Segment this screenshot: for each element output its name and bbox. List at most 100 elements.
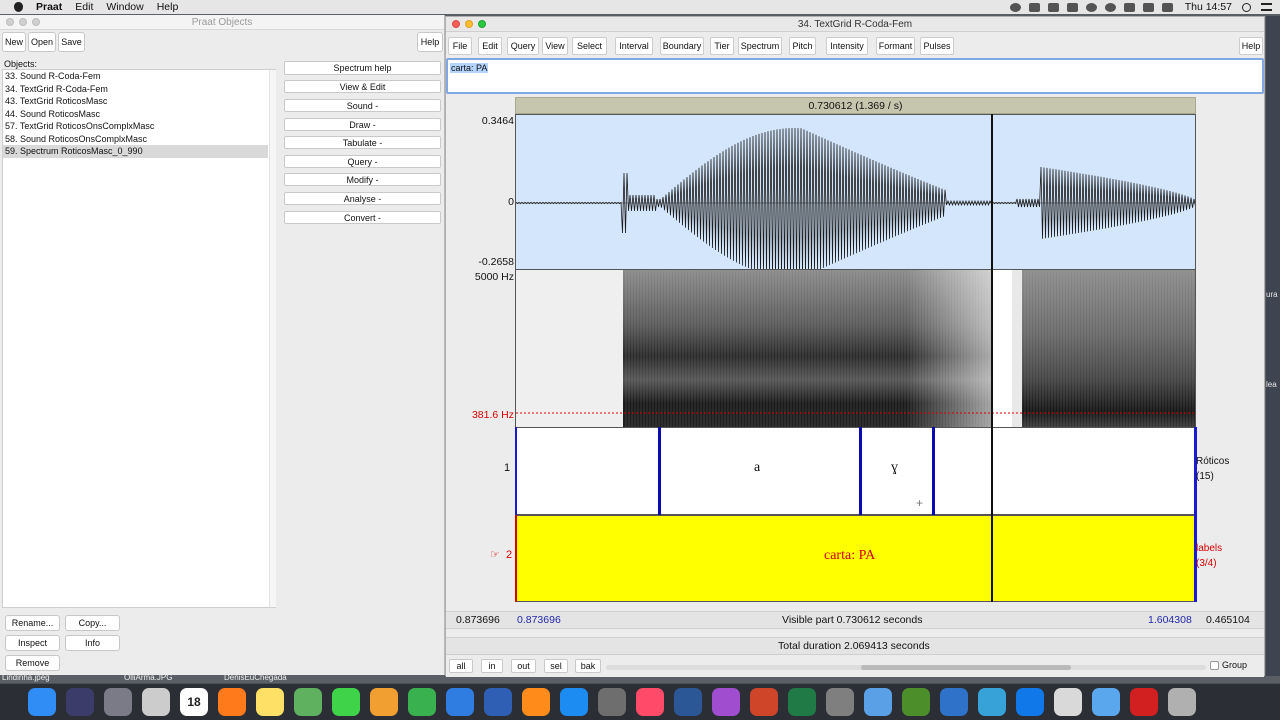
dropbox-icon[interactable] (1016, 688, 1044, 716)
object-row[interactable]: 57. TextGrid RoticosOnsComplxMasc (3, 120, 275, 133)
tier1-left-boundary[interactable] (515, 427, 517, 515)
tabulate-menu-button[interactable]: Tabulate - (284, 136, 441, 149)
desktop-file-label[interactable]: OlliArma.JPG (124, 673, 172, 682)
dropbox-tray-icon[interactable] (1028, 2, 1040, 12)
time-machine-icon[interactable] (1085, 2, 1097, 12)
menu-boundary[interactable]: Boundary (660, 37, 704, 55)
keynote-icon[interactable] (446, 688, 474, 716)
menu-tier[interactable]: Tier (710, 37, 734, 55)
tier1-boundary[interactable] (932, 427, 935, 515)
documents-icon[interactable] (1054, 688, 1082, 716)
object-row[interactable]: 34. TextGrid R-Coda-Fem (3, 83, 275, 96)
lock-tray-icon[interactable] (1066, 2, 1078, 12)
trash-icon[interactable] (1168, 688, 1196, 716)
zoom-back-button[interactable]: bak (575, 659, 601, 673)
wifi-icon[interactable] (1123, 2, 1135, 12)
photos-icon[interactable] (370, 688, 398, 716)
waveform-panel[interactable] (515, 114, 1196, 270)
zoom-window-icon[interactable] (32, 18, 40, 26)
books-icon[interactable] (522, 688, 550, 716)
query-menu-button[interactable]: Query - (284, 155, 441, 168)
apple-menu-icon[interactable] (12, 1, 24, 13)
record-icon[interactable] (1009, 2, 1021, 12)
object-row[interactable]: 43. TextGrid RoticosMasc (3, 95, 275, 108)
tier1-boundary[interactable] (658, 427, 661, 515)
notification-center-icon[interactable] (1261, 3, 1272, 11)
close-window-icon[interactable] (6, 18, 14, 26)
system-preferences-icon[interactable] (598, 688, 626, 716)
inspect-button[interactable]: Inspect (5, 635, 60, 651)
menu-edit[interactable]: Edit (478, 37, 502, 55)
menu-spectrum[interactable]: Spectrum (738, 37, 782, 55)
battery-icon[interactable] (1161, 2, 1173, 12)
remove-button[interactable]: Remove (5, 655, 60, 671)
sound-menu-button[interactable]: Sound - (284, 99, 441, 112)
menu-edit[interactable]: Edit (75, 1, 93, 13)
segment-label-gamma[interactable]: ɣ (891, 460, 898, 476)
menu-help[interactable]: Help (157, 1, 179, 13)
notes-icon[interactable] (256, 688, 284, 716)
firefox-icon[interactable] (218, 688, 246, 716)
menubar-clock[interactable]: Thu 14:57 (1185, 1, 1232, 13)
object-row[interactable]: 58. Sound RoticosOnsComplxMasc (3, 133, 275, 146)
family-icon[interactable] (864, 688, 892, 716)
music-icon[interactable] (636, 688, 664, 716)
total-duration-row[interactable]: Total duration 2.069413 seconds (446, 637, 1264, 655)
time-cursor-line[interactable] (991, 114, 993, 602)
segment-label-a[interactable]: a (754, 460, 760, 476)
finder-icon[interactable] (28, 688, 56, 716)
tex-icon[interactable] (826, 688, 854, 716)
desktop-file-label[interactable]: ura (1266, 290, 1278, 299)
numbers-icon[interactable] (408, 688, 436, 716)
zoom-all-button[interactable]: all (449, 659, 473, 673)
menu-pitch[interactable]: Pitch (789, 37, 816, 55)
tier2-name[interactable]: labels (1196, 541, 1222, 556)
preview-icon[interactable] (142, 688, 170, 716)
menu-window[interactable]: Window (106, 1, 143, 13)
desktop-file-label[interactable]: lea (1266, 380, 1277, 389)
folder-icon[interactable] (1092, 688, 1120, 716)
siri-icon[interactable] (66, 688, 94, 716)
desktop-file-label[interactable]: Lindinha.jpeg (2, 673, 50, 682)
object-row[interactable]: 33. Sound R-Coda-Fem (3, 70, 275, 83)
editor-help-button[interactable]: Help (1239, 37, 1263, 55)
rename-button[interactable]: Rename... (5, 615, 60, 631)
app-store-icon[interactable] (560, 688, 588, 716)
open-button[interactable]: Open (28, 32, 56, 52)
excel-icon[interactable] (788, 688, 816, 716)
convert-menu-button[interactable]: Convert - (284, 211, 441, 224)
menu-file[interactable]: File (448, 37, 472, 55)
tier1-boundary[interactable] (859, 427, 862, 515)
info-tray-icon[interactable] (1104, 2, 1116, 12)
zoom-selection-button[interactable]: sel (544, 659, 568, 673)
zoom-in-button[interactable]: in (481, 659, 503, 673)
new-button[interactable]: New (2, 32, 26, 52)
tier1-name[interactable]: Róticos (1196, 454, 1229, 469)
objects-list-scrollbar[interactable] (269, 70, 276, 607)
close-window-icon[interactable] (452, 20, 460, 28)
tier-labels-selected[interactable]: carta: PA (515, 515, 1196, 602)
praat-icon[interactable] (712, 688, 740, 716)
menu-interval[interactable]: Interval (615, 37, 653, 55)
save-button[interactable]: Save (58, 32, 85, 52)
right-outside-duration[interactable]: 0.465104 (1206, 612, 1250, 628)
editor-drawing-area[interactable]: 0.730612 (1.369 / s) 0.3464 0 -0.2658 50… (446, 97, 1264, 677)
objects-list[interactable]: 33. Sound R-Coda-Fem 34. TextGrid R-Coda… (2, 69, 276, 608)
r-icon[interactable] (484, 688, 512, 716)
view-edit-button[interactable]: View & Edit (284, 80, 441, 93)
tier-roticos[interactable]: a ɣ + (515, 427, 1196, 515)
interval-text-field[interactable]: carta: PA (446, 58, 1264, 94)
spotlight-icon[interactable] (1242, 2, 1251, 12)
spectrogram-panel[interactable] (515, 270, 1196, 427)
powerpoint-icon[interactable] (750, 688, 778, 716)
menu-query[interactable]: Query (507, 37, 539, 55)
left-outside-duration[interactable]: 0.873696 (456, 612, 500, 628)
menu-pulses[interactable]: Pulses (920, 37, 954, 55)
horizontal-scrollbar[interactable] (606, 665, 1206, 670)
acrobat-icon[interactable] (1130, 688, 1158, 716)
info-button[interactable]: Info (65, 635, 120, 651)
menu-select[interactable]: Select (572, 37, 607, 55)
volume-icon[interactable] (1142, 2, 1154, 12)
maps-icon[interactable] (294, 688, 322, 716)
object-row[interactable]: 44. Sound RoticosMasc (3, 108, 275, 121)
